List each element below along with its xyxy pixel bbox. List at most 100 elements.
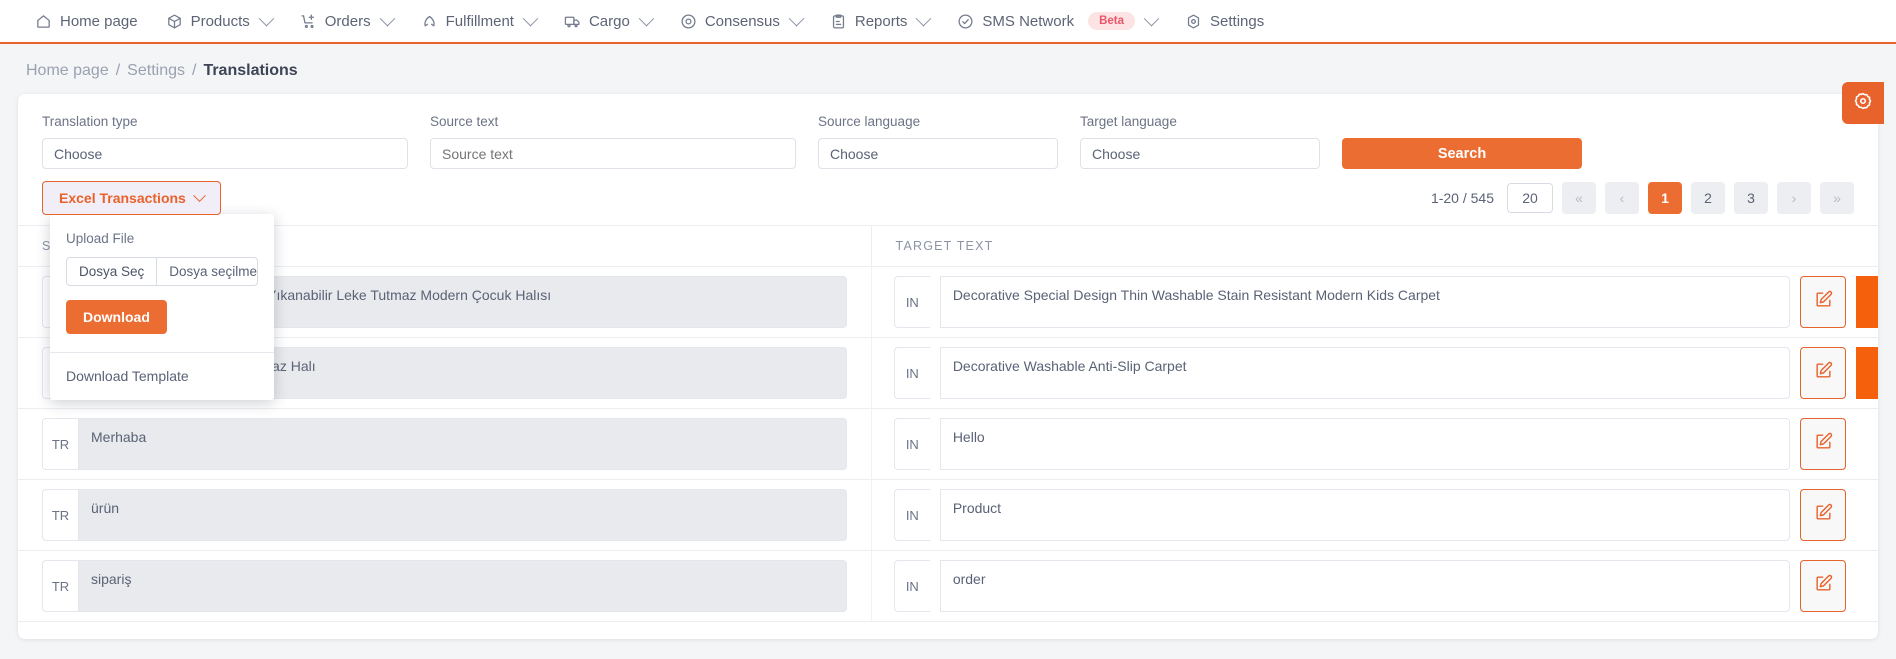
file-status-text: Dosya seçilmedi <box>169 264 258 279</box>
nav-item-orders[interactable]: Orders <box>287 7 406 36</box>
edit-row-button[interactable] <box>1800 560 1846 612</box>
nav-item-home-page[interactable]: Home page <box>22 7 151 36</box>
nav-label: Products <box>190 12 250 30</box>
pagination-first-button[interactable]: « <box>1562 182 1596 214</box>
field-source-language: Source language Choose <box>818 114 1058 169</box>
pagination-page-1[interactable]: 1 <box>1648 182 1682 214</box>
nav-label: Settings <box>1210 12 1265 30</box>
chevron-down-icon <box>522 10 539 26</box>
upload-file-section: Upload File Dosya Seç Dosya seçilmedi Do… <box>50 214 274 352</box>
nav-label: SMS Network <box>982 12 1075 30</box>
file-input[interactable]: Dosya Seç Dosya seçilmedi <box>66 257 258 286</box>
source-textarea[interactable] <box>78 560 847 612</box>
chevron-down-icon <box>916 10 932 26</box>
target-textarea[interactable] <box>939 276 1790 328</box>
field-source-text: Source text <box>430 114 796 169</box>
chevron-down-icon <box>379 10 395 26</box>
target-textarea[interactable] <box>939 560 1790 612</box>
download-button[interactable]: Download <box>66 300 167 334</box>
edit-row-button[interactable] <box>1800 276 1846 328</box>
source-textarea[interactable] <box>78 489 847 541</box>
translation-type-select[interactable]: Choose <box>42 138 408 169</box>
nav-label: Cargo <box>588 12 630 30</box>
source-cell: TR <box>18 409 871 479</box>
target-language-chip: IN <box>893 560 930 612</box>
chevron-down-icon <box>1143 10 1160 26</box>
pagination: 1-20 / 545 20 « ‹ 1 2 3 › » <box>1431 182 1854 214</box>
breadcrumb-home-page[interactable]: Home page <box>26 62 109 80</box>
target-cell: IN <box>870 338 1878 408</box>
nav-item-products[interactable]: Products <box>153 7 285 36</box>
source-textarea-wrap <box>78 560 847 612</box>
page-size-input[interactable]: 20 <box>1507 183 1553 213</box>
target-language-chip: IN <box>893 418 930 470</box>
box-icon <box>166 13 183 30</box>
pencil-edit-icon <box>1814 574 1833 598</box>
target-textarea-wrap <box>939 560 1790 612</box>
nav-item-consensus[interactable]: Consensus <box>667 7 815 36</box>
target-language-chip: IN <box>893 347 930 399</box>
target-language-select[interactable]: Choose <box>1080 138 1320 169</box>
excel-transactions-label: Excel Transactions <box>59 190 186 206</box>
nav-item-fulfillment[interactable]: Fulfillment <box>408 7 549 36</box>
target-textarea[interactable] <box>939 489 1790 541</box>
target-textarea-wrap <box>939 418 1790 470</box>
target-textarea-wrap <box>939 276 1790 328</box>
top-navigation: Home page Products Orders Fulfillment Ca… <box>0 0 1896 44</box>
gear-icon <box>1853 91 1873 116</box>
source-language-select[interactable]: Choose <box>818 138 1058 169</box>
target-language-chip: IN <box>893 489 930 541</box>
settings-side-tab[interactable] <box>1842 82 1884 124</box>
check-circle-icon <box>957 13 974 30</box>
target-cell: IN <box>870 551 1878 621</box>
nav-item-sms-network[interactable]: SMS Network Beta <box>944 6 1170 36</box>
column-header-target-text: TARGET TEXT <box>870 225 1878 267</box>
table-toolbar: Excel Transactions 1-20 / 545 20 « ‹ 1 2… <box>18 169 1878 400</box>
source-text-input[interactable] <box>430 138 796 169</box>
target-cell: IN <box>870 267 1878 337</box>
cart-plus-icon <box>300 13 317 30</box>
edit-row-button[interactable] <box>1800 347 1846 399</box>
field-target-language: Target language Choose <box>1080 114 1320 169</box>
pencil-edit-icon <box>1814 432 1833 456</box>
target-textarea-wrap <box>939 489 1790 541</box>
nav-item-reports[interactable]: Reports <box>817 7 943 36</box>
row-action-strip[interactable] <box>1856 347 1878 399</box>
target-textarea[interactable] <box>939 418 1790 470</box>
pagination-last-button[interactable]: » <box>1820 182 1854 214</box>
truck-icon <box>564 13 581 30</box>
translations-table-body: TR IN TR <box>18 267 1878 622</box>
target-textarea[interactable] <box>939 347 1790 399</box>
edit-row-button[interactable] <box>1800 418 1846 470</box>
excel-transactions-button[interactable]: Excel Transactions <box>42 181 221 215</box>
source-language-chip: TR <box>42 418 78 470</box>
pagination-page-3[interactable]: 3 <box>1734 182 1768 214</box>
source-textarea[interactable] <box>78 418 847 470</box>
download-template-item[interactable]: Download Template <box>50 352 274 400</box>
beta-badge: Beta <box>1088 12 1136 30</box>
nav-item-cargo[interactable]: Cargo <box>551 7 665 36</box>
chevron-down-icon <box>788 10 805 26</box>
pagination-range: 1-20 / 545 <box>1430 190 1494 206</box>
pencil-edit-icon <box>1814 290 1833 314</box>
table-row: TR IN <box>18 409 1878 480</box>
search-button[interactable]: Search <box>1342 138 1582 169</box>
choose-file-button[interactable]: Dosya Seç <box>67 258 158 285</box>
nav-label: Consensus <box>704 12 780 30</box>
nav-item-settings[interactable]: Settings <box>1172 7 1277 36</box>
target-language-chip: IN <box>893 276 930 328</box>
pagination-page-2[interactable]: 2 <box>1691 182 1725 214</box>
breadcrumb-separator: / <box>115 62 121 79</box>
upload-file-label: Upload File <box>66 231 135 246</box>
pagination-next-button[interactable]: › <box>1777 182 1811 214</box>
pagination-prev-button[interactable]: ‹ <box>1605 182 1639 214</box>
edit-row-button[interactable] <box>1800 489 1846 541</box>
source-language-chip: TR <box>42 489 78 541</box>
row-action-strip[interactable] <box>1856 276 1878 328</box>
nav-label: Reports <box>854 12 908 30</box>
field-translation-type: Translation type Choose <box>42 114 408 169</box>
table-row: TR IN <box>18 551 1878 622</box>
table-row: TR IN <box>18 480 1878 551</box>
chevron-down-icon <box>638 10 655 26</box>
breadcrumb-settings[interactable]: Settings <box>127 62 185 80</box>
